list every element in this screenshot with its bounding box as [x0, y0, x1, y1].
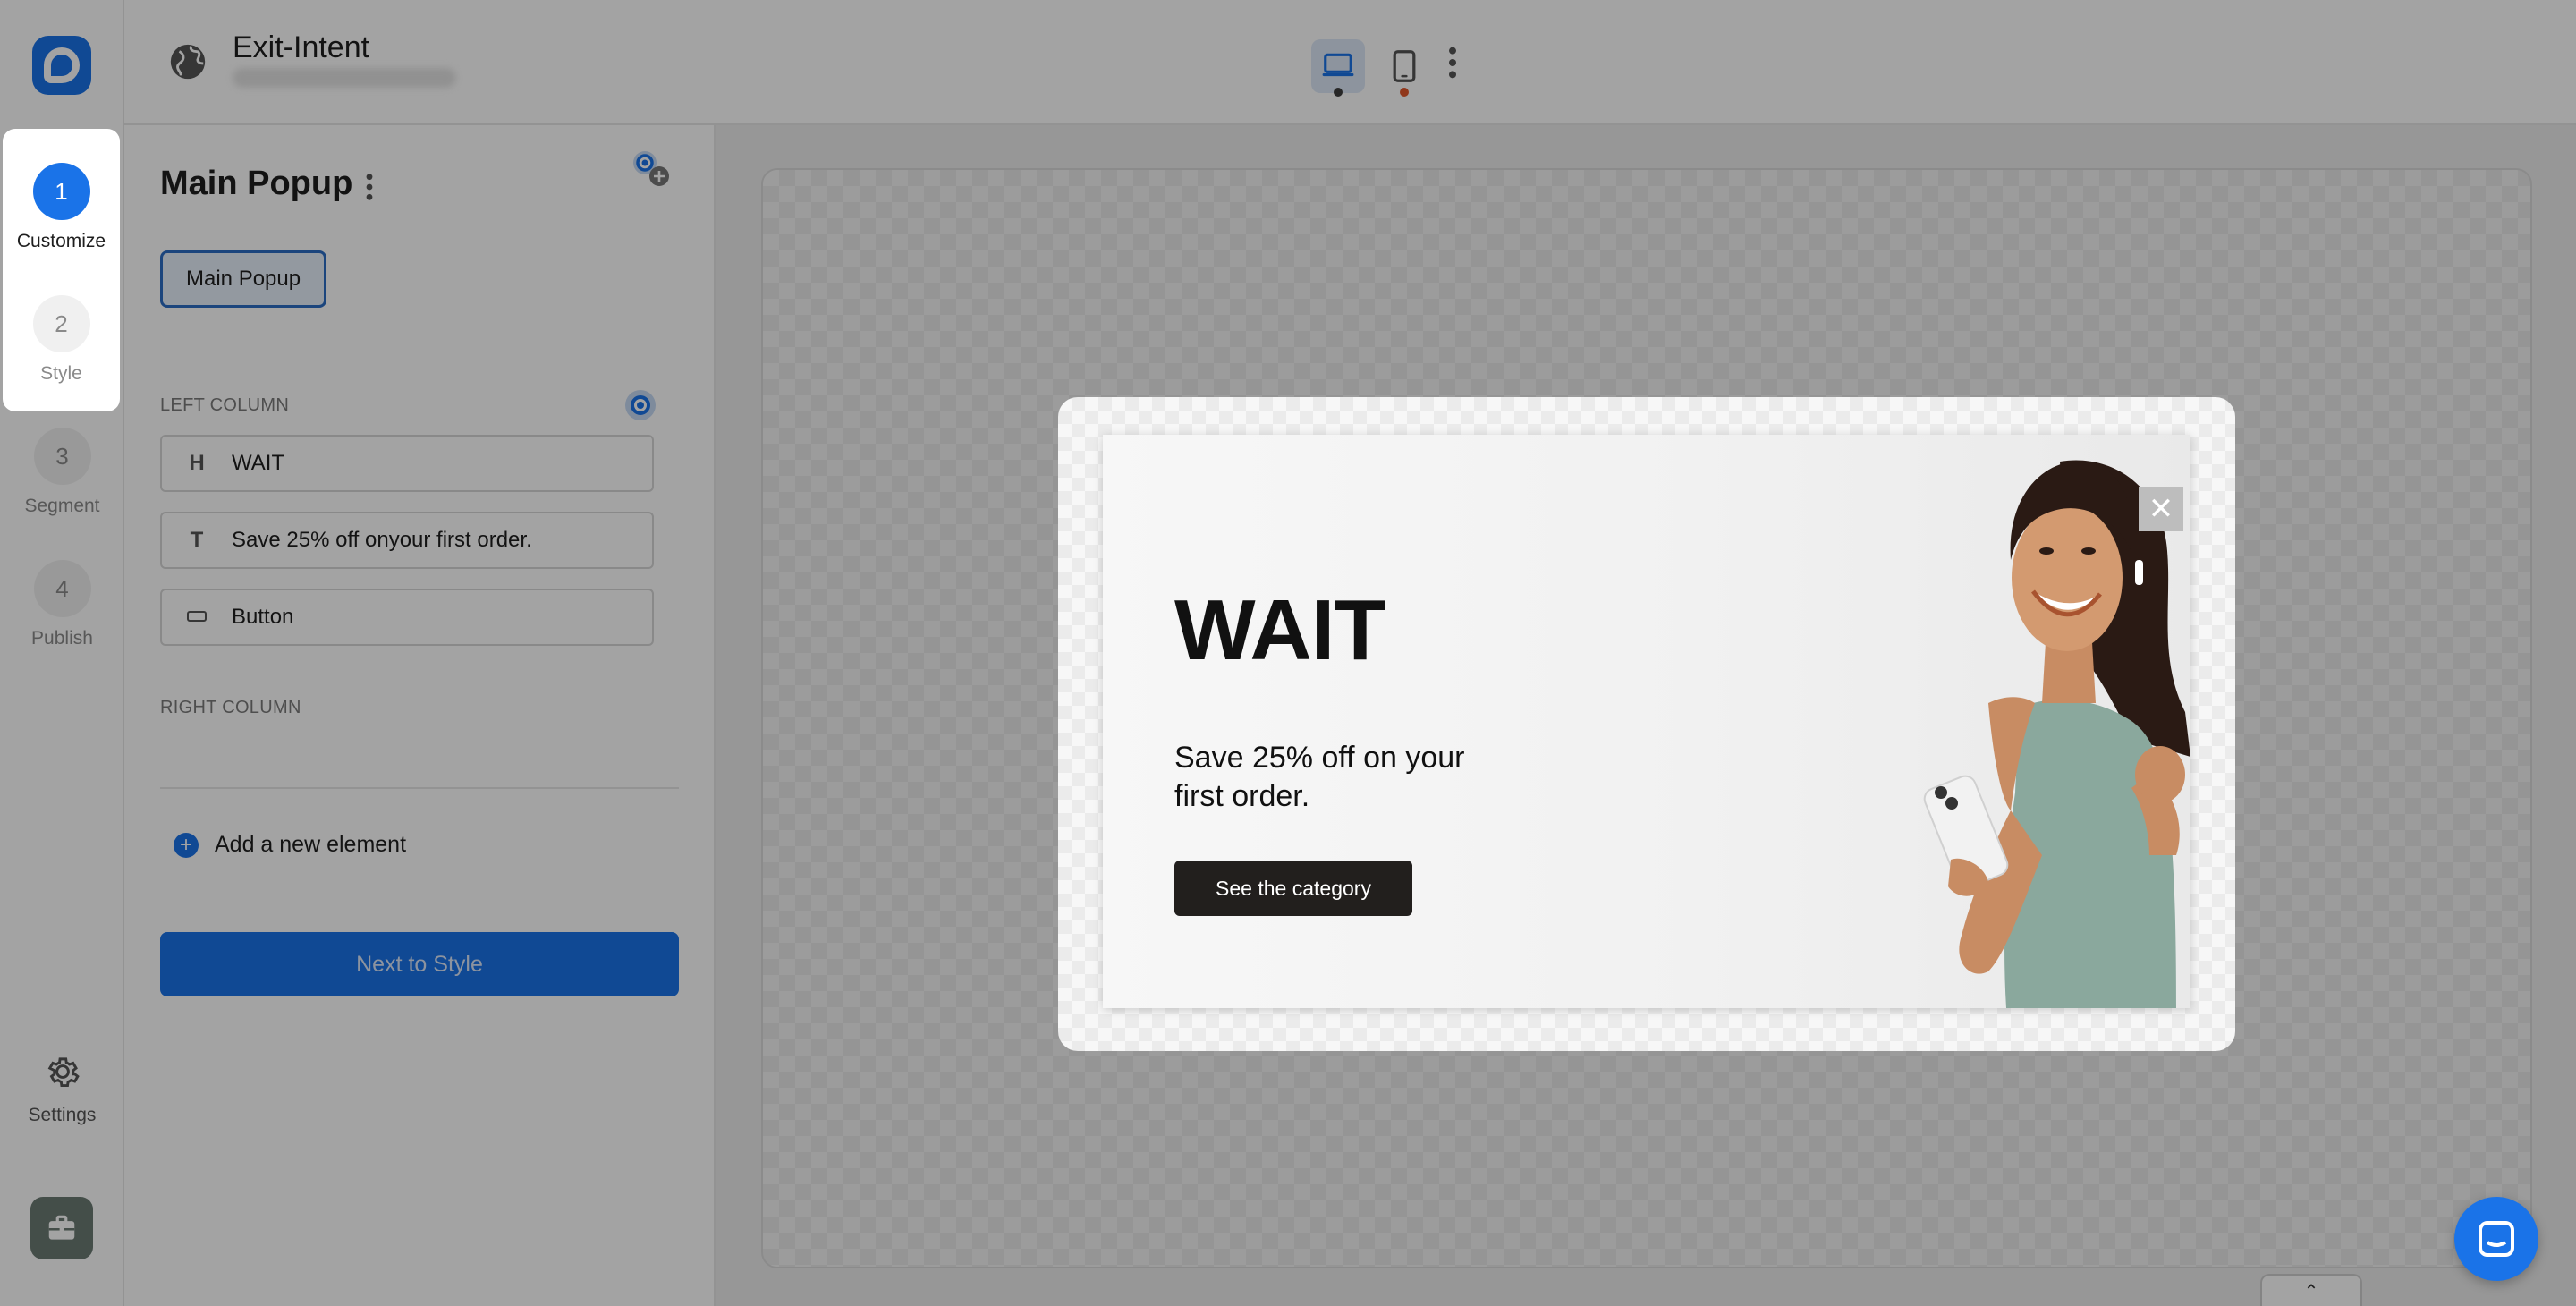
campaign-title[interactable]: Exit-Intent: [233, 30, 369, 65]
chat-icon: [2479, 1221, 2514, 1257]
collapse-tab[interactable]: ⌃: [2260, 1274, 2362, 1306]
element-row-heading[interactable]: H WAIT: [160, 435, 654, 492]
button-icon: [162, 605, 232, 630]
more-options-icon[interactable]: [1448, 45, 1457, 81]
heading-icon: H: [189, 451, 205, 475]
step-label: Style: [40, 363, 82, 384]
element-label: Save 25% off onyour first order.: [232, 528, 532, 552]
desktop-preview-button[interactable]: [1311, 39, 1365, 93]
mobile-status-dot: [1400, 88, 1409, 97]
app-logo[interactable]: [32, 36, 91, 95]
highlighted-steps-card: 1 Customize 2 Style: [3, 129, 120, 411]
element-label: Button: [232, 605, 294, 629]
popup-heading[interactable]: WAIT: [1174, 581, 1386, 680]
step-label: Customize: [16, 231, 106, 251]
desktop-status-dot: [1334, 88, 1343, 97]
element-label: WAIT: [232, 451, 285, 475]
add-variant-icon[interactable]: [631, 148, 670, 188]
element-row-text[interactable]: T Save 25% off onyour first order.: [160, 512, 654, 569]
step-number: 4: [33, 560, 91, 617]
editor-panel: Main Popup Main Popup LEFT COLUMN H WAIT…: [124, 125, 716, 1306]
left-column-label: LEFT COLUMN: [160, 395, 290, 415]
step-number: 1: [32, 163, 90, 220]
divider: [160, 787, 679, 789]
desktop-icon: [1322, 53, 1354, 77]
workspace-button[interactable]: [30, 1197, 93, 1259]
element-row-button[interactable]: Button: [160, 589, 654, 646]
add-element-label: Add a new element: [215, 832, 407, 857]
close-icon: ✕: [2148, 492, 2174, 526]
popup-preview-container: WAIT Save 25% off on your first order. S…: [1058, 397, 2235, 1051]
step-label: Publish: [31, 628, 93, 649]
step-style[interactable]: 2 Style: [0, 295, 123, 385]
mobile-icon: [1393, 50, 1416, 82]
popup-close-button[interactable]: ✕: [2139, 487, 2183, 531]
settings-button[interactable]: Settings: [0, 1052, 124, 1126]
step-publish[interactable]: 4 Publish: [0, 560, 124, 649]
panel-menu-icon[interactable]: [365, 172, 374, 202]
globe-icon: [170, 44, 206, 80]
text-icon: T: [190, 528, 204, 552]
step-segment[interactable]: 3 Segment: [0, 428, 124, 517]
logo-mark-icon: [44, 47, 80, 83]
chevron-up-icon: ⌃: [2303, 1281, 2319, 1302]
column-indicator-icon[interactable]: [625, 390, 656, 420]
top-bar: Exit-Intent: [124, 0, 2576, 125]
mobile-preview-button[interactable]: [1377, 39, 1431, 93]
step-number: 3: [33, 428, 91, 485]
popup-preview: WAIT Save 25% off on your first order. S…: [1103, 435, 2190, 1008]
step-number: 2: [32, 295, 90, 352]
step-label: Segment: [24, 496, 100, 516]
briefcase-icon: [48, 1215, 75, 1240]
right-column-label: RIGHT COLUMN: [160, 698, 301, 717]
popup-cta-button[interactable]: See the category: [1174, 861, 1412, 916]
step-customize[interactable]: 1 Customize: [0, 163, 123, 252]
chat-launcher-button[interactable]: [2454, 1197, 2538, 1281]
gear-icon: [47, 1057, 80, 1088]
plus-icon: +: [174, 832, 199, 858]
popup-text[interactable]: Save 25% off on your first order.: [1174, 739, 1470, 816]
settings-label: Settings: [28, 1105, 97, 1125]
main-popup-tab[interactable]: Main Popup: [160, 250, 327, 308]
campaign-subtitle-blurred: [233, 68, 456, 88]
next-to-style-button[interactable]: Next to Style: [160, 932, 679, 996]
add-element-button[interactable]: + Add a new element: [174, 832, 406, 858]
hero-image: [1923, 460, 2190, 1008]
panel-title: Main Popup: [160, 165, 353, 202]
